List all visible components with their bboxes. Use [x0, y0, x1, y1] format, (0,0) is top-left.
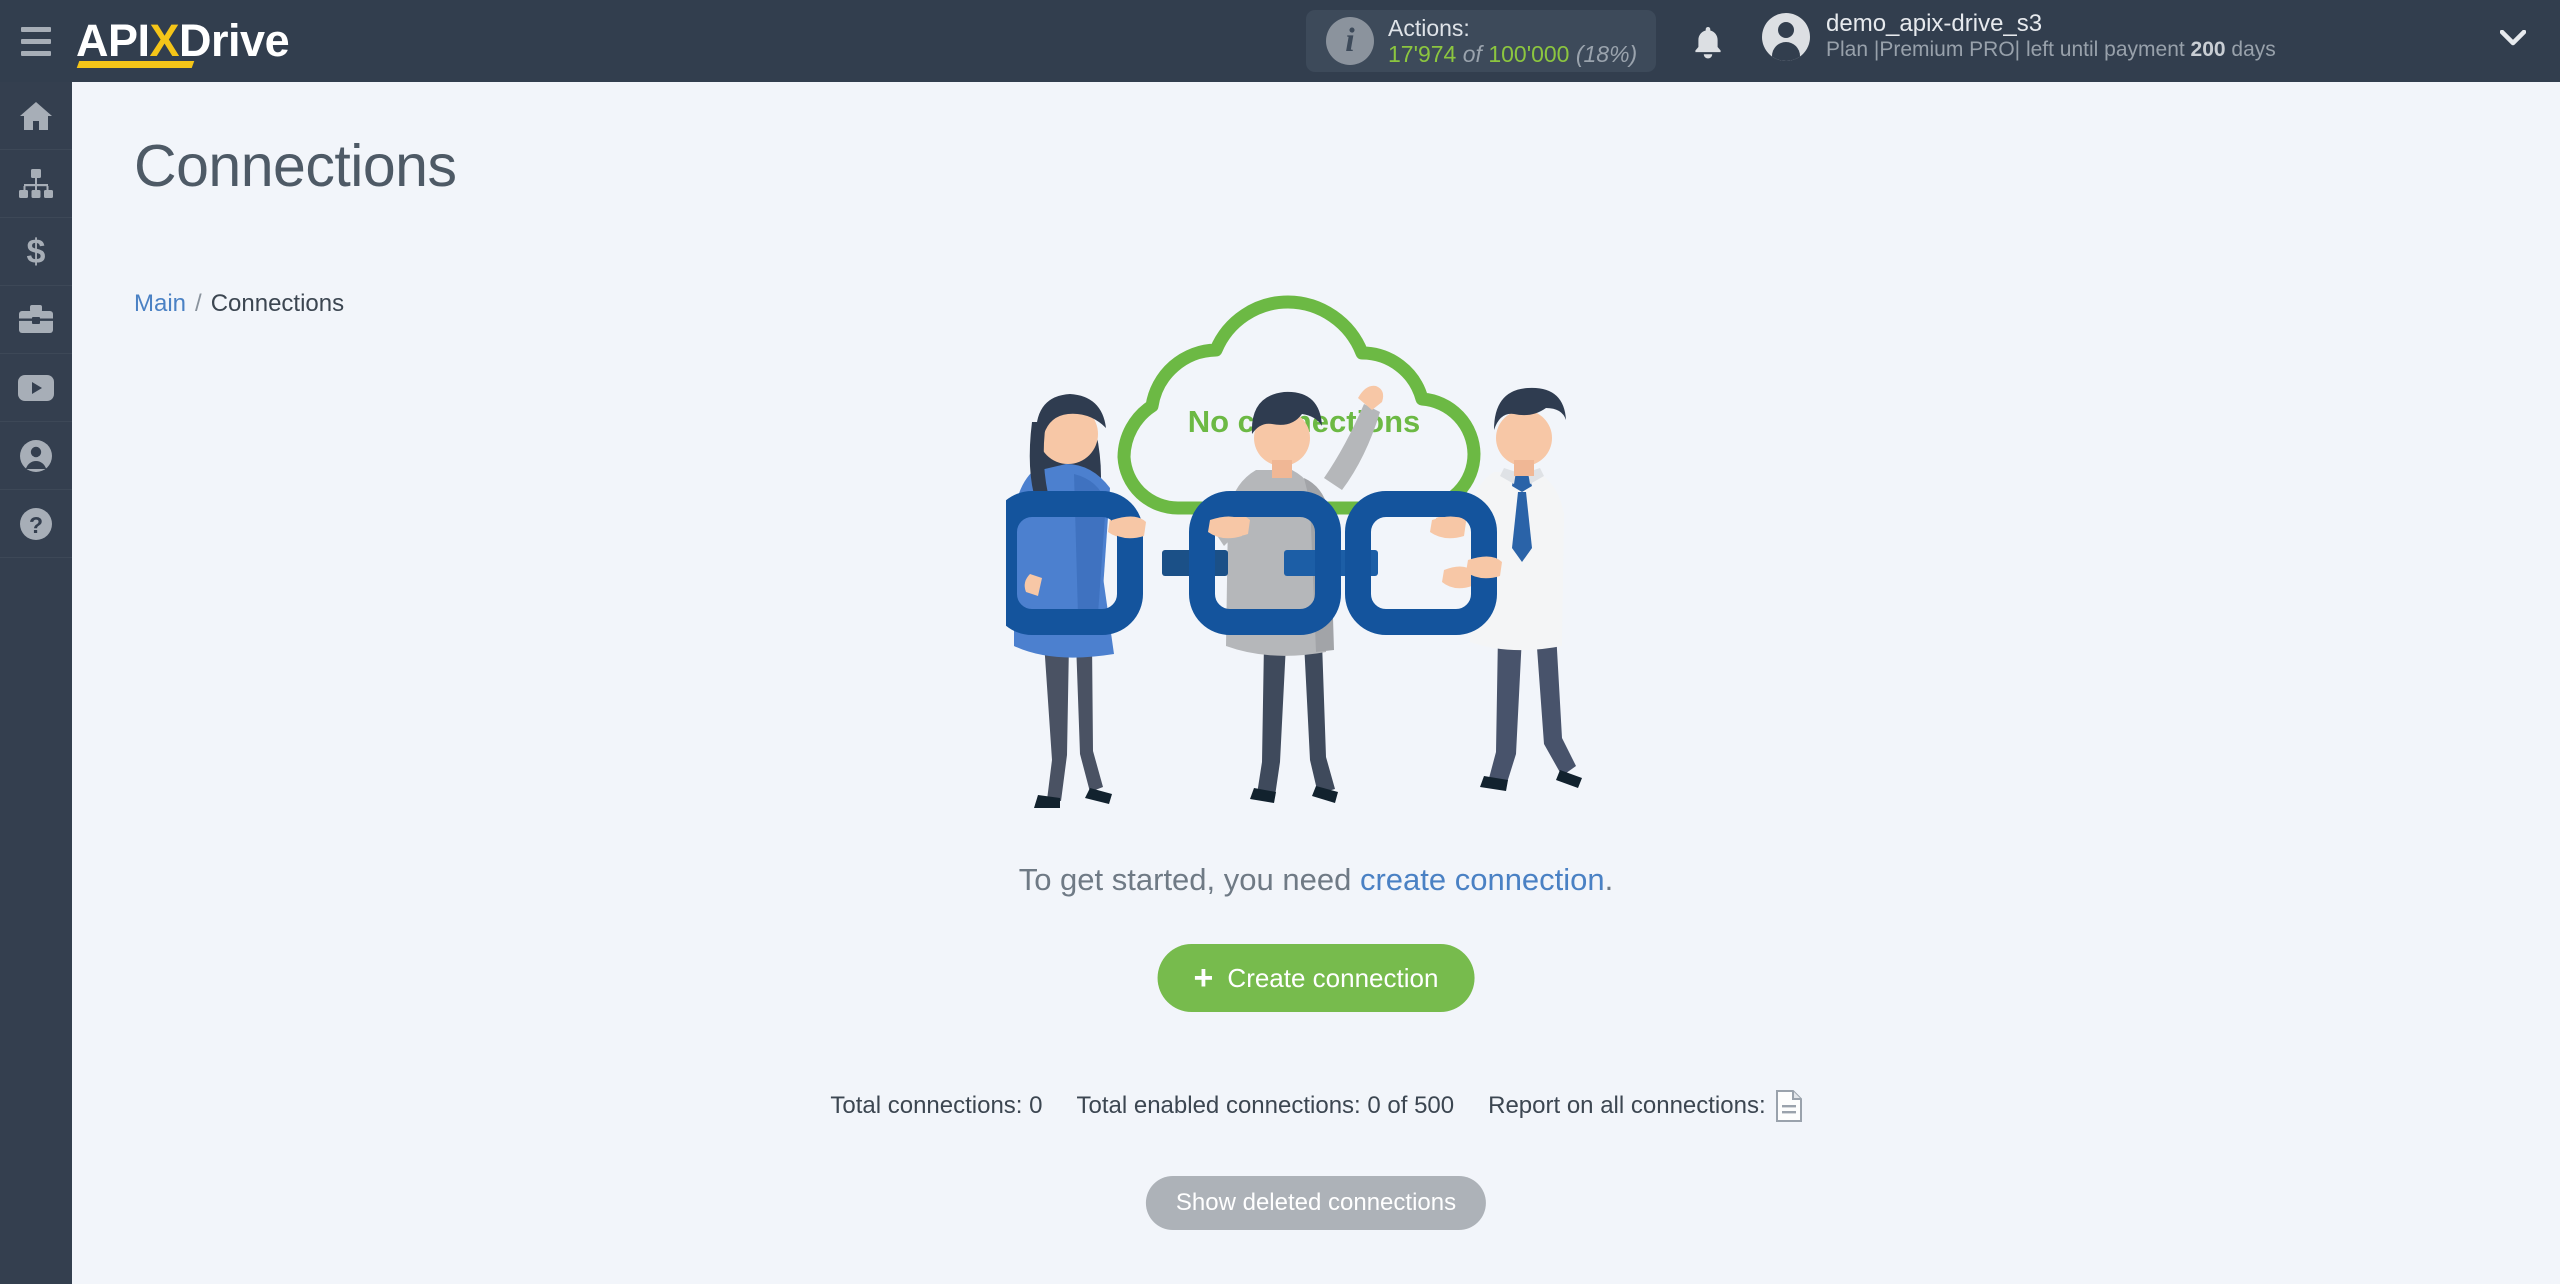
stats-row: Total connections: 0 Total enabled conne…: [72, 1090, 2560, 1122]
plan-suffix: days: [2225, 38, 2276, 62]
logo-text: APIXDrive: [76, 0, 290, 82]
logo-underline: [76, 61, 195, 68]
sidebar-item-home[interactable]: [0, 82, 72, 150]
create-connection-button-label: Create connection: [1227, 962, 1439, 993]
dollar-icon: $: [27, 234, 46, 270]
breadcrumb-link-main[interactable]: Main: [134, 290, 186, 317]
logo-drive: Drive: [179, 15, 290, 66]
person-right: [1434, 387, 1582, 791]
cta-suffix: .: [1604, 862, 1614, 897]
sidebar-item-help[interactable]: ?: [0, 490, 72, 558]
report-label: Report on all connections:: [1488, 1092, 1766, 1119]
hamburger-bar: [21, 38, 51, 44]
person-icon: [20, 439, 52, 472]
sidebar-item-connections[interactable]: [0, 150, 72, 218]
sidebar-item-billing[interactable]: $: [0, 218, 72, 286]
show-deleted-connections-button[interactable]: Show deleted connections: [1145, 1176, 1487, 1230]
svg-text:?: ?: [29, 512, 43, 538]
hamburger-menu-icon[interactable]: [0, 0, 72, 82]
plan-prefix: Plan |Premium PRO| left until payment: [1826, 38, 2191, 62]
youtube-icon: [18, 374, 54, 401]
sidebar-item-business[interactable]: [0, 286, 72, 354]
main-content: Connections Main / Connections No connecti…: [72, 82, 2560, 1284]
sidebar: $ ?: [0, 82, 72, 1284]
bell-icon[interactable]: [1690, 24, 1726, 60]
logo-x: X: [149, 15, 180, 66]
create-connection-link[interactable]: create connection: [1360, 862, 1605, 897]
question-circle-icon: ?: [20, 507, 52, 540]
actions-of: of: [1462, 41, 1482, 67]
hamburger-bar: [21, 50, 51, 56]
total-connections-stat: Total connections: 0: [830, 1092, 1043, 1119]
user-name: demo_apix-drive_s3: [1826, 10, 2043, 37]
home-icon: [20, 101, 52, 130]
actions-label: Actions:: [1388, 14, 1470, 41]
document-icon[interactable]: [1775, 1090, 1802, 1122]
user-text: demo_apix-drive_s3 Plan |Premium PRO| le…: [1826, 10, 2276, 63]
sidebar-item-profile[interactable]: [0, 422, 72, 490]
total-enabled-connections-stat: Total enabled connections: 0 of 500: [1076, 1092, 1455, 1119]
actions-used: 17'974: [1388, 41, 1457, 67]
svg-text:$: $: [27, 234, 46, 270]
plus-icon: +: [1193, 959, 1214, 997]
briefcase-icon: [19, 304, 53, 333]
sidebar-item-video[interactable]: [0, 354, 72, 422]
cta-prefix: To get started, you need: [1018, 862, 1360, 897]
breadcrumb: Main / Connections: [134, 290, 344, 318]
breadcrumb-separator: /: [195, 290, 202, 317]
apix-drive-logo[interactable]: APIXDrive: [76, 0, 290, 82]
actions-text: Actions: 17'974 of 100'000 (18%): [1388, 15, 1637, 68]
report-stat: Report on all connections:: [1488, 1090, 1802, 1122]
user-avatar-icon: [1762, 12, 1810, 61]
actions-quota-badge[interactable]: i Actions: 17'974 of 100'000 (18%): [1306, 10, 1656, 72]
hamburger-bar: [21, 26, 51, 32]
actions-total: 100'000: [1488, 41, 1570, 67]
actions-value: 17'974 of 100'000 (18%): [1388, 41, 1637, 67]
logo-api: API: [76, 15, 150, 66]
chevron-down-icon[interactable]: [2500, 30, 2526, 46]
sitemap-icon: [19, 168, 53, 198]
user-account-menu[interactable]: demo_apix-drive_s3 Plan |Premium PRO| le…: [1762, 10, 2276, 63]
cta-text: To get started, you need create connecti…: [72, 862, 2560, 898]
create-connection-button[interactable]: + Create connection: [1157, 944, 1475, 1012]
info-icon: i: [1326, 17, 1374, 65]
no-connections-illustration: No connections: [1006, 295, 1582, 808]
top-bar: APIXDrive i Actions: 17'974 of 100'000 (…: [0, 0, 2560, 82]
page-title: Connections: [134, 133, 457, 199]
breadcrumb-current: Connections: [210, 290, 345, 317]
actions-percent: (18%): [1575, 41, 1638, 67]
user-plan-info: Plan |Premium PRO| left until payment 20…: [1826, 38, 2276, 63]
plan-days: 200: [2190, 38, 2226, 62]
